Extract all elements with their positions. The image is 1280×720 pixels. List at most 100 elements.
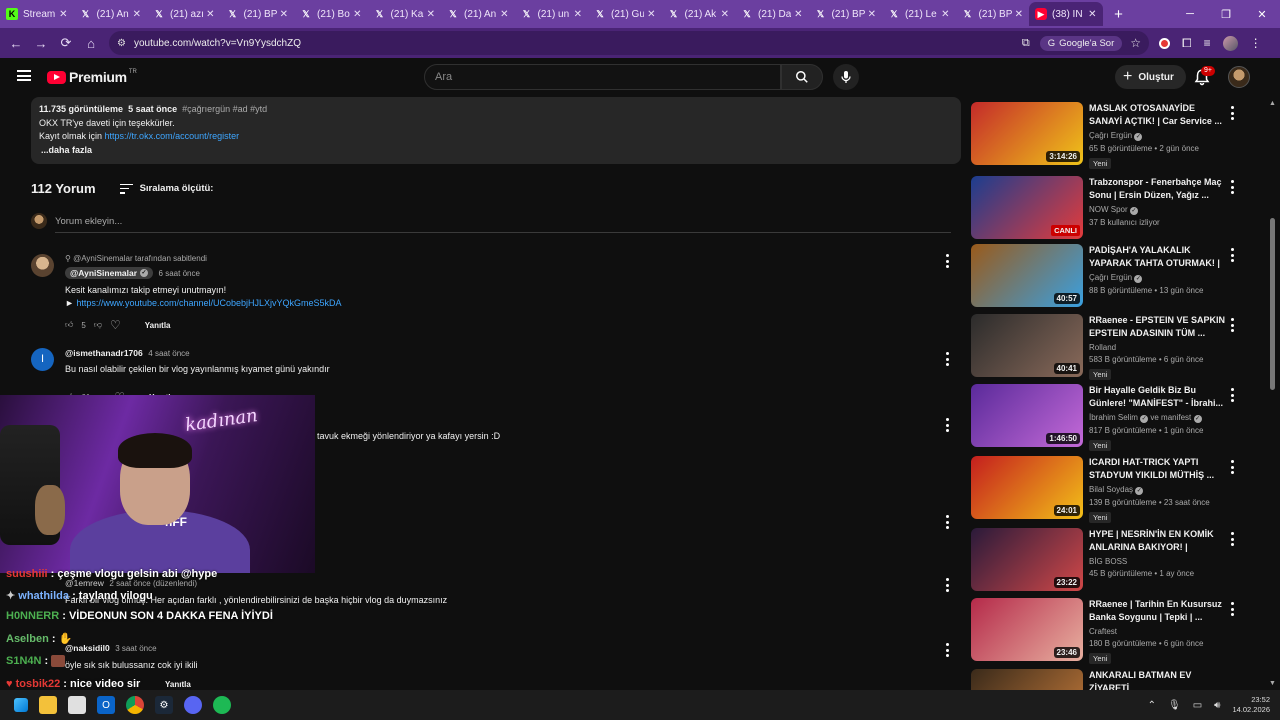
browser-tab[interactable]: 𝕏 (21) azı ✕ xyxy=(147,2,221,26)
comment-menu-icon[interactable] xyxy=(946,352,950,366)
sort-button[interactable]: Sıralama ölçütü: xyxy=(119,183,213,194)
browser-tab[interactable]: 𝕏 (21) Gu ✕ xyxy=(588,2,662,26)
comment-menu-icon[interactable] xyxy=(946,515,950,529)
comment-time[interactable]: 3 saat önce xyxy=(115,644,156,653)
search-button[interactable] xyxy=(781,64,823,90)
video-title[interactable]: PADİŞAH'A YALAKALIK YAPARAK TAHTA OTURMA… xyxy=(1089,244,1229,270)
youtube-premium-logo[interactable]: Premium TR xyxy=(47,69,137,85)
new-tab-icon[interactable]: + xyxy=(1107,6,1131,23)
google-lens-button[interactable]: G Google'a Sor xyxy=(1039,35,1123,51)
browser-tab[interactable]: 𝕏 (21) un ✕ xyxy=(515,2,589,26)
video-title[interactable]: Bir Hayalle Geldik Biz Bu Günlere! "MANİ… xyxy=(1089,384,1229,410)
video-menu-icon[interactable] xyxy=(1231,318,1235,332)
video-title[interactable]: ICARDI HAT-TRICK YAPTI STADYUM YIKILDI M… xyxy=(1089,456,1229,482)
browser-tab[interactable]: 𝕏 (21) Ka ✕ xyxy=(368,2,442,26)
recommended-video[interactable]: 24:01 ICARDI HAT-TRICK YAPTI STADYUM YIKI… xyxy=(971,456,1251,523)
tab-close-icon[interactable]: ✕ xyxy=(868,9,876,20)
channel-name[interactable]: Çağrı Ergün xyxy=(1089,131,1132,140)
system-clock[interactable]: 23:52 14.02.2026 xyxy=(1232,695,1270,715)
create-button[interactable]: + Oluştur xyxy=(1115,65,1186,89)
reply-button[interactable]: Yanıtla xyxy=(165,680,191,689)
browser-tab[interactable]: 𝕏 (21) BP ✕ xyxy=(956,2,1030,26)
video-thumbnail[interactable]: 40:41 xyxy=(971,314,1083,377)
tab-close-icon[interactable]: ✕ xyxy=(941,9,949,20)
video-thumbnail[interactable]: 1:46:50 xyxy=(971,384,1083,447)
video-title[interactable]: ANKARALI BATMAN EV ZİYARETİ xyxy=(1089,669,1229,690)
heart-icon[interactable]: ♡ xyxy=(110,318,121,332)
recommended-video[interactable]: ANKARALI BATMAN EV ZİYARETİ xyxy=(971,669,1251,690)
browser-tab[interactable]: 𝕏 (21) BP ✕ xyxy=(809,2,883,26)
video-menu-icon[interactable] xyxy=(1231,180,1235,194)
recommended-video[interactable]: 23:46 RRaenee | Tarihin En Kusursuz Banka… xyxy=(971,598,1251,664)
okx-register-link[interactable]: https://tr.okx.com/account/register xyxy=(105,131,240,141)
comment-menu-icon[interactable] xyxy=(946,578,950,592)
close-window-icon[interactable]: ✕ xyxy=(1244,0,1280,28)
channel-name[interactable]: BİG BOSS xyxy=(1089,557,1127,566)
like-icon[interactable]: 👍︎ xyxy=(65,320,73,330)
comment-menu-icon[interactable] xyxy=(946,254,950,268)
comment-time[interactable]: 4 saat önce xyxy=(148,349,189,358)
video-thumbnail[interactable]: CANLI xyxy=(971,176,1083,239)
video-title[interactable]: RRaenee - EPSTEIN VE SAPKIN EPSTEIN ADAS… xyxy=(1089,314,1229,340)
home-icon[interactable]: ⌂ xyxy=(79,31,103,55)
tab-close-icon[interactable]: ✕ xyxy=(647,9,655,20)
recommended-video[interactable]: CANLI Trabzonspor - Fenerbahçe Maç Sonu |… xyxy=(971,176,1251,240)
video-thumbnail[interactable] xyxy=(971,669,1083,690)
add-comment-input[interactable]: Yorum ekleyin... xyxy=(55,216,122,227)
comment-menu-icon[interactable] xyxy=(946,643,950,657)
search-input[interactable]: Ara xyxy=(424,64,781,90)
reply-button[interactable]: Yanıtla xyxy=(145,321,171,330)
video-menu-icon[interactable] xyxy=(1231,248,1235,262)
channel-name[interactable]: Bilal Soydaş xyxy=(1089,485,1133,494)
video-menu-icon[interactable] xyxy=(1231,106,1235,120)
tab-close-icon[interactable]: ✕ xyxy=(280,9,288,20)
windows-start-icon[interactable] xyxy=(14,698,28,712)
comment-time[interactable]: 6 saat önce xyxy=(159,269,200,278)
channel-name-2[interactable]: ve manifest xyxy=(1150,413,1191,422)
video-menu-icon[interactable] xyxy=(1231,388,1235,402)
bookmark-star-icon[interactable]: ☆ xyxy=(1130,36,1141,50)
tab-close-icon[interactable]: ✕ xyxy=(794,9,802,20)
channel-name[interactable]: Craftest xyxy=(1089,627,1117,636)
volume-icon[interactable]: 🔊︎ xyxy=(1214,700,1220,711)
hashtags[interactable]: #çağrıergün #ad #ytd xyxy=(182,104,267,114)
record-extension-icon[interactable] xyxy=(1159,37,1170,49)
site-info-icon[interactable]: ⚙ xyxy=(117,38,126,49)
video-thumbnail[interactable]: 24:01 xyxy=(971,456,1083,519)
dislike-icon[interactable]: 👎︎ xyxy=(94,320,102,330)
comment-time[interactable]: 2 saat önce (düzenlendi) xyxy=(109,579,197,588)
scroll-down-arrow-icon[interactable]: ▼ xyxy=(1269,680,1276,687)
restore-icon[interactable]: ❐ xyxy=(1208,0,1244,28)
video-title[interactable]: HYPE | NESRİN'İN EN KOMİK ANLARINA BAKIY… xyxy=(1089,528,1229,554)
channel-name[interactable]: Rolland xyxy=(1089,343,1116,352)
video-description[interactable]: 11.735 görüntüleme 5 saat önce #çağrıerg… xyxy=(31,97,961,164)
recommended-video[interactable]: 3:14:26 MASLAK OTOSANAYİDE SANAYİ AÇTIK! … xyxy=(971,102,1251,169)
channel-name[interactable]: NOW Spor xyxy=(1089,205,1128,214)
spotify-icon[interactable] xyxy=(213,696,231,714)
browser-tab[interactable]: K Stream ✕ xyxy=(0,2,74,26)
video-title[interactable]: Trabzonspor - Fenerbahçe Maç Sonu | Ersi… xyxy=(1089,176,1229,202)
scroll-up-arrow-icon[interactable]: ▲ xyxy=(1269,100,1276,107)
tab-close-icon[interactable]: ✕ xyxy=(1088,9,1096,20)
tray-overflow-icon[interactable]: ⌃ xyxy=(1148,700,1156,711)
channel-link[interactable]: https://www.youtube.com/channel/UCobebjH… xyxy=(76,298,341,308)
page-scrollbar-thumb[interactable] xyxy=(1270,218,1275,390)
tab-close-icon[interactable]: ✕ xyxy=(59,9,67,20)
tab-close-icon[interactable]: ✕ xyxy=(427,9,435,20)
recommended-video[interactable]: 1:46:50 Bir Hayalle Geldik Biz Bu Günlere… xyxy=(971,384,1251,451)
add-comment-box[interactable]: Yorum ekleyin... xyxy=(31,213,951,229)
recommended-video[interactable]: 40:57 PADİŞAH'A YALAKALIK YAPARAK TAHTA O… xyxy=(971,244,1251,308)
tab-close-icon[interactable]: ✕ xyxy=(206,9,214,20)
browser-menu-icon[interactable]: ⋮ xyxy=(1250,36,1262,50)
tab-close-icon[interactable]: ✕ xyxy=(353,9,361,20)
comment-author[interactable]: @AyniSinemalar ✓ xyxy=(65,267,154,279)
file-explorer-icon[interactable] xyxy=(39,696,57,714)
video-thumbnail[interactable]: 23:46 xyxy=(971,598,1083,661)
browser-tab[interactable]: 𝕏 (21) Bo ✕ xyxy=(294,2,368,26)
video-thumbnail[interactable]: 23:22 xyxy=(971,528,1083,591)
comment-author[interactable]: @ismethanadr1706 xyxy=(65,348,143,358)
channel-name[interactable]: Çağrı Ergün xyxy=(1089,273,1132,282)
browser-tab[interactable]: 𝕏 (21) Le ✕ xyxy=(882,2,956,26)
tab-close-icon[interactable]: ✕ xyxy=(721,9,729,20)
video-menu-icon[interactable] xyxy=(1231,602,1235,616)
